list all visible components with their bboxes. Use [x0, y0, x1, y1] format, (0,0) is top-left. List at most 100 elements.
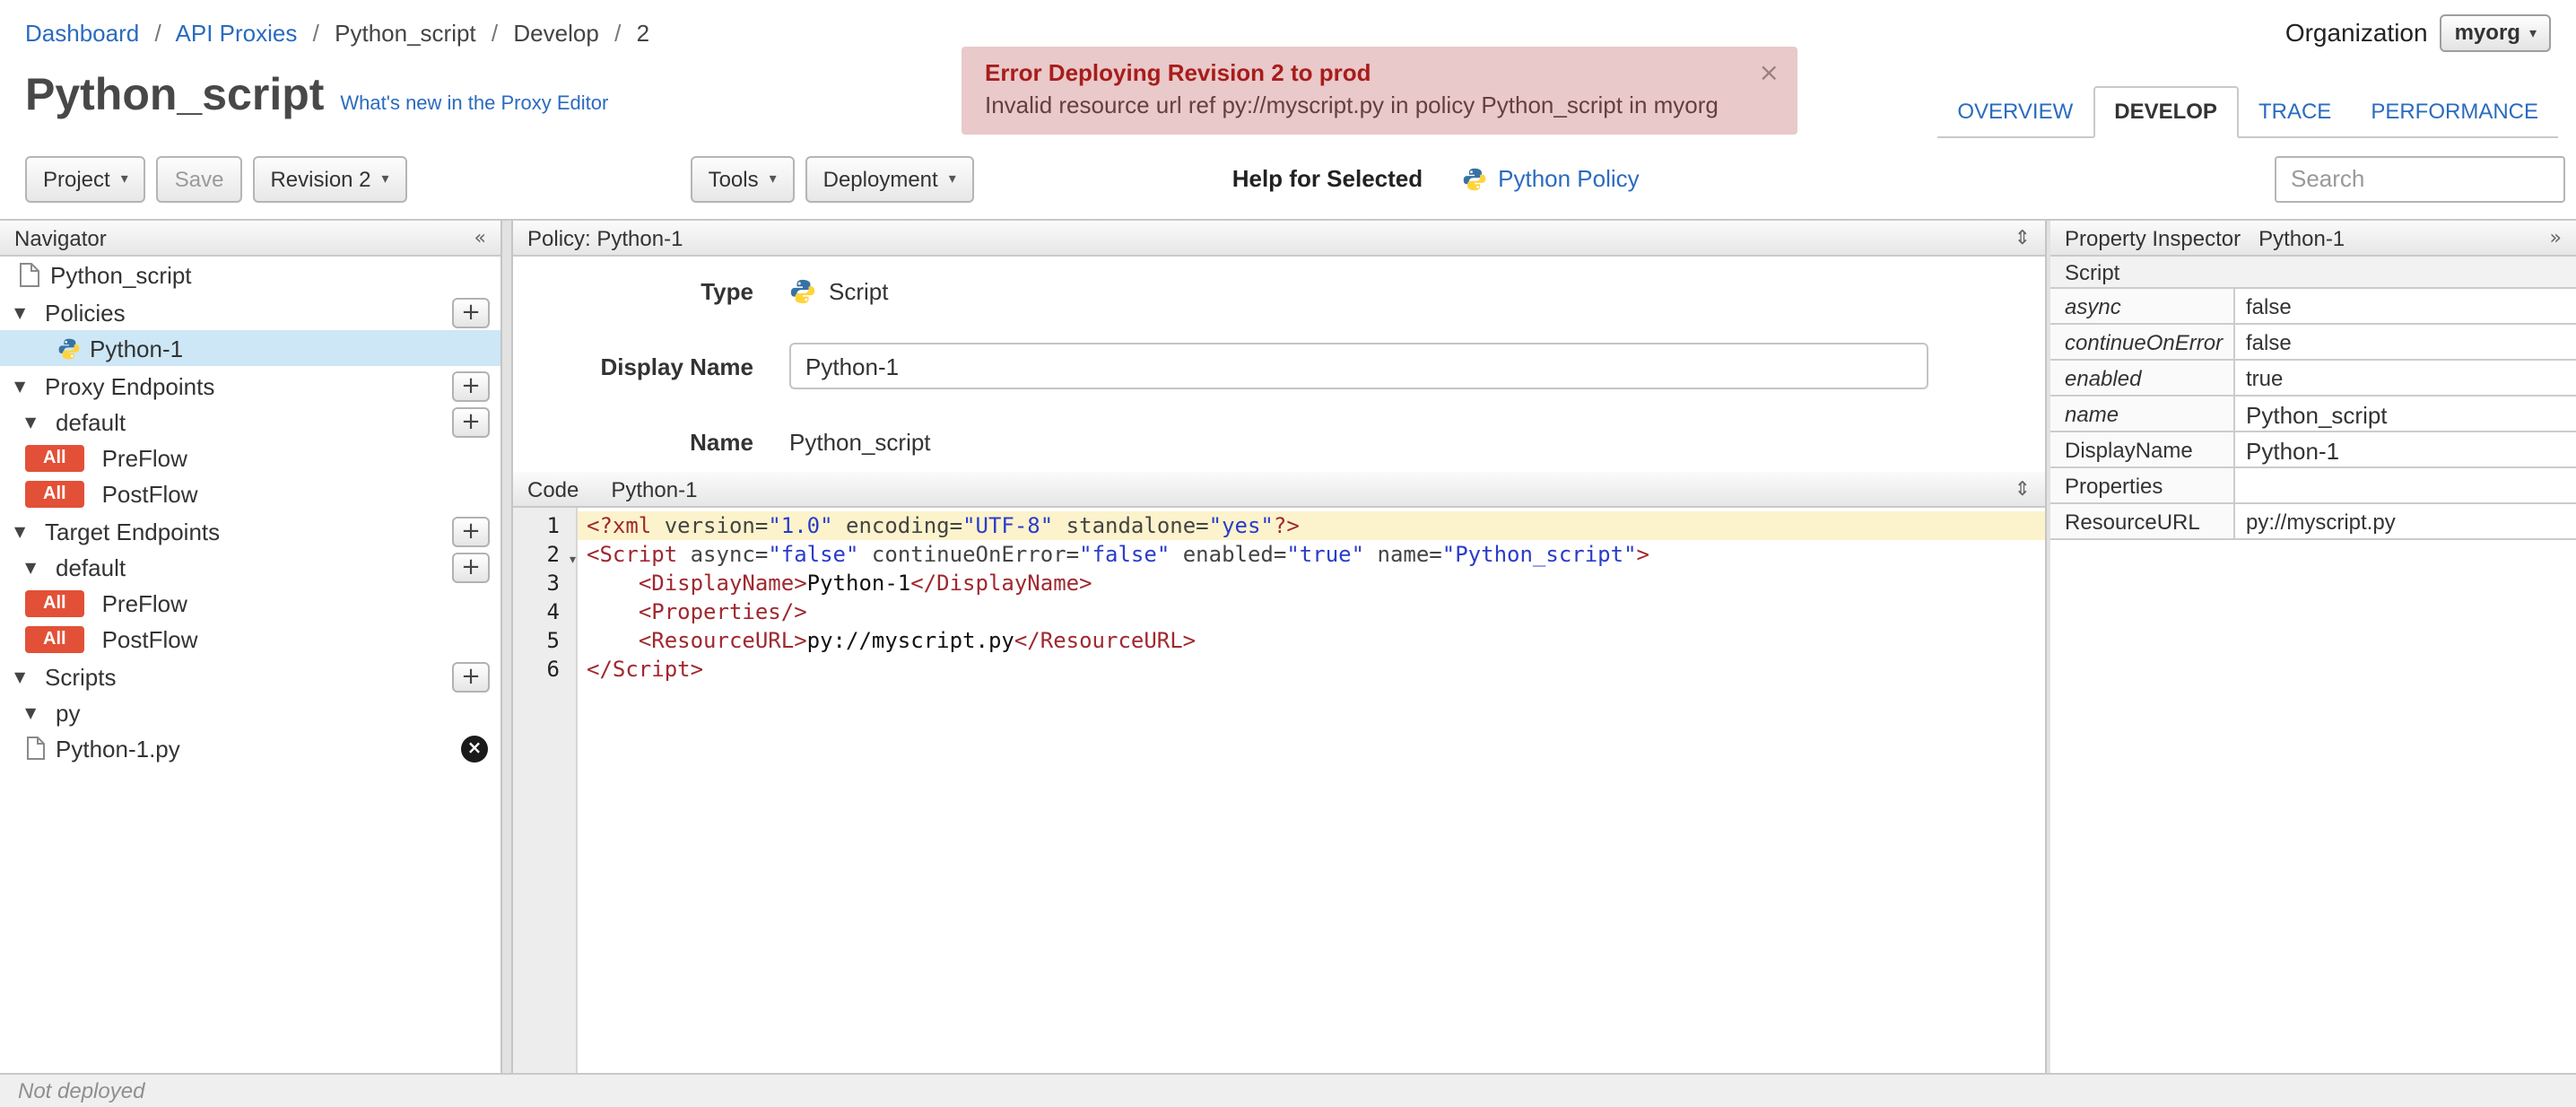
deployment-menu-label: Deployment [822, 166, 938, 191]
endpoint-label: default [56, 554, 126, 580]
tab-develop[interactable]: DEVELOP [2093, 86, 2239, 138]
property-value[interactable]: true [2235, 361, 2576, 395]
navigator-item-target-preflow[interactable]: All PreFlow [0, 585, 500, 621]
breadcrumb-develop: Develop [513, 19, 599, 46]
add-flow-button[interactable]: + [452, 406, 490, 437]
code-token: "yes" [1208, 513, 1274, 538]
document-icon [25, 736, 47, 761]
section-label: Target Endpoints [45, 518, 221, 545]
title-wrap: Python_script What's new in the Proxy Ed… [25, 70, 608, 138]
section-label: Policies [45, 299, 126, 326]
code-line[interactable]: <DisplayName>Python-1</DisplayName> [578, 569, 2045, 597]
tools-menu-label: Tools [708, 166, 759, 191]
error-banner-message: Invalid resource url ref py://myscript.p… [985, 92, 1719, 118]
proxy-editor-page: Error Deploying Revision 2 to prod Inval… [0, 0, 2576, 1107]
navigator-item-python-1[interactable]: Python-1 [0, 330, 500, 366]
property-inspector-header: Property Inspector Python-1 » [2050, 221, 2576, 257]
navigator-section-policies[interactable]: ▼ Policies + [0, 294, 500, 330]
add-proxy-endpoint-button[interactable]: + [452, 370, 490, 401]
page-title: Python_script [25, 70, 325, 120]
display-name-input[interactable] [789, 343, 1928, 389]
save-button[interactable]: Save [156, 155, 242, 202]
project-menu-button[interactable]: Project ▾ [25, 155, 146, 202]
property-value[interactable]: false [2235, 325, 2576, 359]
add-target-endpoint-button[interactable]: + [452, 516, 490, 546]
code-lines[interactable]: <?xml version="1.0" encoding="UTF-8" sta… [578, 508, 2045, 1073]
expand-panel-icon[interactable]: » [2550, 226, 2562, 249]
code-token: > [1636, 542, 1649, 567]
whats-new-link[interactable]: What's new in the Proxy Editor [340, 93, 608, 115]
navigator-item-proxy-default[interactable]: ▼ default + [0, 404, 500, 440]
navigator-item-target-default[interactable]: ▼ default + [0, 549, 500, 585]
organization-dropdown[interactable]: myorg ▾ [2440, 13, 2551, 51]
caret-down-icon: ▾ [769, 170, 777, 187]
line-number: 1 [546, 513, 560, 538]
add-policy-button[interactable]: + [452, 297, 490, 327]
organization-area: Organization myorg ▾ [2285, 13, 2551, 51]
code-line[interactable]: <Script async="false" continueOnError="f… [578, 540, 2045, 569]
tab-trace[interactable]: TRACE [2239, 88, 2351, 136]
navigator-item-python-1-py[interactable]: Python-1.py × [0, 730, 500, 766]
tab-overview[interactable]: OVERVIEW [1937, 88, 2093, 136]
code-line[interactable]: <?xml version="1.0" encoding="UTF-8" sta… [578, 511, 2045, 540]
revision-menu-button[interactable]: Revision 2 ▾ [252, 155, 407, 202]
add-script-button[interactable]: + [452, 661, 490, 692]
code-token: ?> [1273, 513, 1300, 538]
error-banner-title: Error Deploying Revision 2 to prod [985, 59, 1371, 86]
navigator-item-proxy-preflow[interactable]: All PreFlow [0, 440, 500, 475]
policy-form: Type Script Display Name Name Python_scr… [513, 257, 2045, 472]
chevron-down-icon[interactable]: ▼ [25, 414, 47, 430]
code-token: version= [651, 513, 769, 538]
navigator-item-py-folder[interactable]: ▼ py [0, 694, 500, 730]
search-input[interactable] [2275, 155, 2565, 202]
chevron-down-icon[interactable]: ▼ [25, 559, 47, 575]
code-token: "false" [768, 542, 859, 567]
python-policy-link[interactable]: Python Policy [1498, 165, 1640, 192]
code-line[interactable]: <Properties/> [578, 597, 2045, 626]
code-panel-title: Code [527, 476, 579, 501]
panel-splitter[interactable] [502, 221, 513, 1073]
organization-value: myorg [2454, 20, 2520, 45]
chevron-down-icon[interactable]: ▼ [14, 304, 36, 320]
code-line[interactable]: </Script> [578, 655, 2045, 684]
delete-script-icon[interactable]: × [461, 735, 488, 762]
revision-menu-label: Revision 2 [270, 166, 371, 191]
tools-menu-button[interactable]: Tools ▾ [690, 155, 795, 202]
toolbar: Project ▾ Save Revision 2 ▾ Tools ▾ Depl… [0, 138, 2576, 219]
navigator-section-proxy-endpoints[interactable]: ▼ Proxy Endpoints + [0, 368, 500, 404]
property-value[interactable]: Python-1 [2235, 432, 2576, 466]
breadcrumb-dashboard[interactable]: Dashboard [25, 19, 139, 46]
chevron-down-icon[interactable]: ▼ [14, 378, 36, 394]
flow-label: PreFlow [101, 589, 187, 616]
navigator-item-proxy-postflow[interactable]: All PostFlow [0, 475, 500, 511]
collapse-vertical-icon[interactable]: ⇕ [2015, 226, 2031, 249]
code-editor[interactable]: 1 2 ▾ 3 4 5 6 <?xml version="1.0" encodin… [513, 508, 2045, 1073]
chevron-down-icon[interactable]: ▼ [14, 523, 36, 539]
status-bar: Not deployed [0, 1073, 2576, 1107]
collapse-panel-icon[interactable]: « [474, 226, 486, 249]
property-value[interactable] [2235, 468, 2576, 502]
breadcrumb-separator: / [312, 19, 319, 46]
property-value[interactable]: py://myscript.py [2235, 504, 2576, 538]
close-icon[interactable]: × [1759, 59, 1780, 88]
property-value[interactable]: Python_script [2235, 397, 2576, 431]
tab-performance[interactable]: PERFORMANCE [2351, 88, 2558, 136]
property-value[interactable]: false [2235, 289, 2576, 323]
policy-help-link-wrap: Python Policy [1462, 165, 1640, 192]
breadcrumb-api-proxies[interactable]: API Proxies [176, 19, 298, 46]
deployment-menu-button[interactable]: Deployment ▾ [805, 155, 974, 202]
chevron-down-icon[interactable]: ▼ [14, 668, 36, 684]
chevron-down-icon[interactable]: ▼ [25, 704, 47, 720]
collapse-vertical-icon[interactable]: ⇕ [2015, 477, 2031, 501]
navigator-item-proxy-root[interactable]: Python_script [0, 257, 500, 292]
display-name-label: Display Name [600, 353, 753, 379]
navigator-section-target-endpoints[interactable]: ▼ Target Endpoints + [0, 513, 500, 549]
code-token: standalone= [1053, 513, 1209, 538]
navigator-section-scripts[interactable]: ▼ Scripts + [0, 658, 500, 694]
navigator-item-target-postflow[interactable]: All PostFlow [0, 621, 500, 657]
code-line[interactable]: <ResourceURL>py://myscript.py</ResourceU… [578, 626, 2045, 655]
display-name-row: Display Name [513, 343, 2045, 389]
page-icon [18, 261, 41, 288]
property-label: enabled [2050, 361, 2235, 395]
add-flow-button[interactable]: + [452, 552, 490, 582]
